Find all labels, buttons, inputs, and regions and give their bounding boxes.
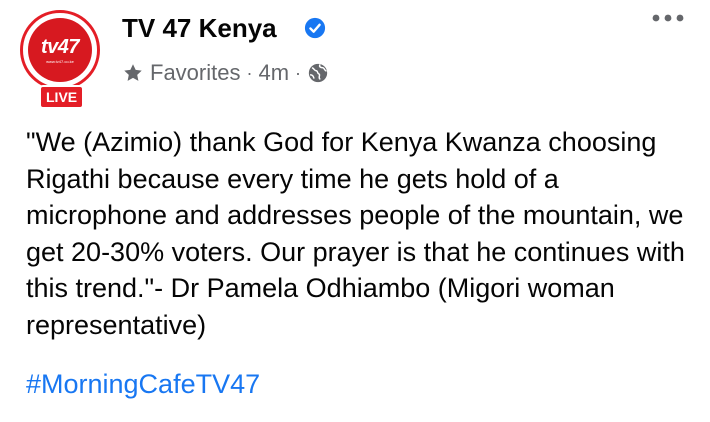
page-name[interactable]: TV 47 Kenya [122, 12, 277, 44]
more-options-icon[interactable] [648, 6, 688, 30]
verified-badge-icon [304, 17, 326, 39]
live-badge: LIVE [39, 85, 85, 109]
audience-label[interactable]: Favorites [150, 60, 240, 86]
post-timestamp[interactable]: 4m [258, 60, 289, 86]
post-meta: Favorites · 4m · [122, 58, 329, 88]
meta-separator: · [246, 62, 253, 83]
globe-icon[interactable] [307, 62, 329, 84]
logo-url: www.tv47.co.ke [46, 58, 74, 64]
meta-separator: · [295, 62, 302, 83]
page-avatar[interactable]: tv47 www.tv47.co.ke [20, 10, 100, 90]
hashtag-link[interactable]: #MorningCafeTV47 [26, 366, 260, 402]
logo-text: tv47 [40, 35, 80, 58]
tv47-logo: tv47 www.tv47.co.ke [28, 18, 92, 82]
star-icon [124, 64, 142, 81]
post-body: "We (Azimio) thank God for Kenya Kwanza … [26, 127, 685, 340]
